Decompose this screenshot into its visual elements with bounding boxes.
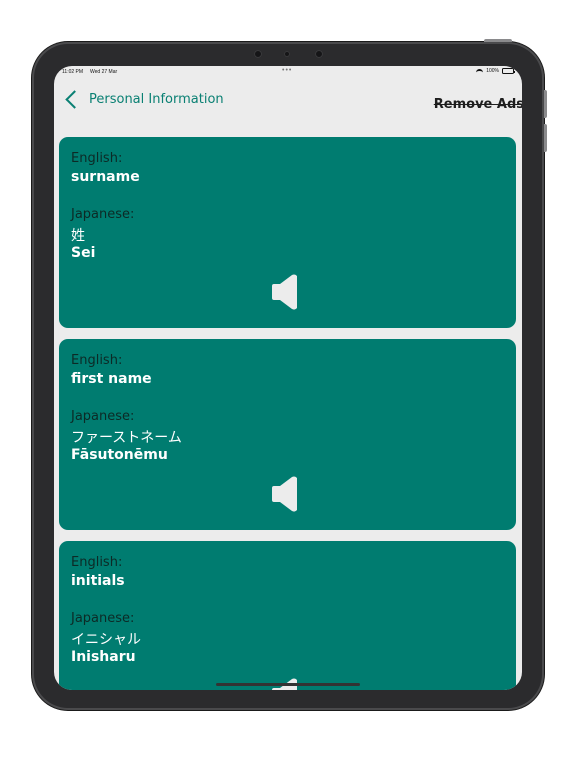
english-label: English: bbox=[71, 151, 123, 166]
battery-icon bbox=[502, 68, 515, 74]
japanese-value: イニシャル bbox=[71, 632, 141, 648]
speaker-icon[interactable] bbox=[272, 475, 300, 513]
phrase-list: English: surname Japanese: 姓 Sei English… bbox=[59, 137, 516, 690]
japanese-label: Japanese: bbox=[71, 409, 135, 424]
app-screen: 11:02 PM Wed 27 Mar ••• 100% Personal In… bbox=[54, 66, 522, 690]
japanese-value: ファーストネーム bbox=[71, 430, 182, 446]
english-value: first name bbox=[71, 371, 152, 387]
japanese-value: 姓 bbox=[71, 228, 85, 244]
english-label: English: bbox=[71, 555, 123, 570]
status-indicators: 100% bbox=[476, 68, 515, 74]
volume-up-button bbox=[544, 90, 547, 118]
back-button[interactable]: Personal Information bbox=[62, 90, 224, 109]
phrase-card: English: surname Japanese: 姓 Sei bbox=[59, 137, 516, 328]
status-date: Wed 27 Mar bbox=[90, 69, 118, 75]
english-value: surname bbox=[71, 169, 140, 185]
home-indicator[interactable] bbox=[216, 683, 360, 686]
sensor-dot bbox=[254, 50, 262, 58]
sensor-dot bbox=[315, 50, 323, 58]
multitasking-dots[interactable]: ••• bbox=[282, 67, 292, 74]
romaji-value: Fāsutonēmu bbox=[71, 447, 168, 463]
romaji-value: Inisharu bbox=[71, 649, 136, 665]
english-label: English: bbox=[71, 353, 123, 368]
phrase-card: English: first name Japanese: ファーストネーム F… bbox=[59, 339, 516, 530]
status-time: 11:02 PM bbox=[62, 69, 84, 75]
navigation-bar: Personal Information Remove Ads bbox=[54, 78, 522, 136]
volume-down-button bbox=[544, 124, 547, 152]
status-bar: 11:02 PM Wed 27 Mar ••• 100% bbox=[54, 66, 522, 78]
power-button bbox=[484, 39, 512, 42]
phrase-card: English: initials Japanese: イニシャル Inisha… bbox=[59, 541, 516, 690]
remove-ads-button[interactable]: Remove Ads bbox=[434, 97, 522, 112]
battery-percent: 100% bbox=[486, 68, 499, 74]
japanese-label: Japanese: bbox=[71, 207, 135, 222]
camera-lens bbox=[284, 51, 290, 57]
page-title: Personal Information bbox=[89, 92, 224, 107]
speaker-icon[interactable] bbox=[272, 273, 300, 311]
romaji-value: Sei bbox=[71, 245, 96, 261]
wifi-icon bbox=[476, 68, 484, 74]
chevron-left-icon[interactable] bbox=[65, 90, 84, 109]
ipad-frame: 11:02 PM Wed 27 Mar ••• 100% Personal In… bbox=[32, 39, 547, 710]
japanese-label: Japanese: bbox=[71, 611, 135, 626]
english-value: initials bbox=[71, 573, 125, 589]
